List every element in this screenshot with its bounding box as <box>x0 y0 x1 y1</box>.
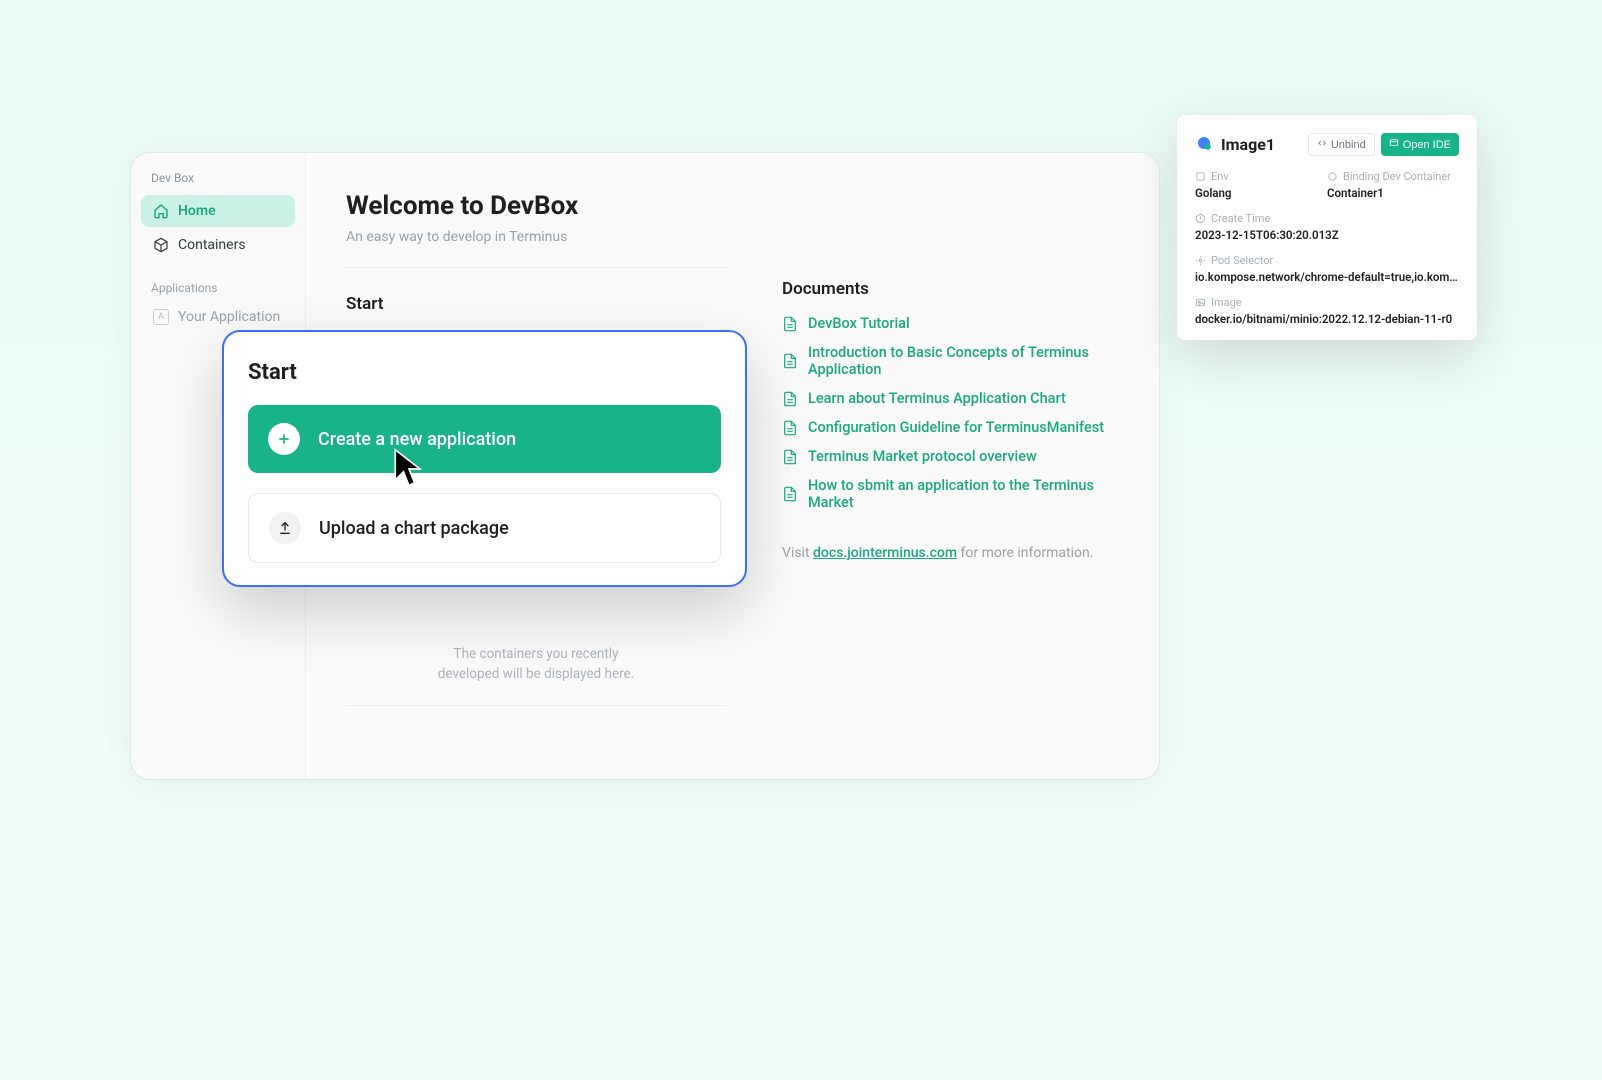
document-icon <box>782 420 798 436</box>
open-ide-label: Open IDE <box>1403 139 1451 151</box>
document-link[interactable]: Configuration Guideline for TerminusMani… <box>782 413 1119 442</box>
detail-title: Image1 <box>1221 135 1275 154</box>
create-time-label: Create Time <box>1195 212 1459 225</box>
document-link[interactable]: How to sbmit an application to the Termi… <box>782 471 1119 517</box>
document-label: DevBox Tutorial <box>808 315 910 332</box>
sidebar-item-your-application[interactable]: A Your Application <box>141 301 295 333</box>
document-icon <box>782 449 798 465</box>
env-value: Golang <box>1195 186 1327 200</box>
env-label: Env <box>1195 170 1327 183</box>
sidebar-title: Dev Box <box>141 171 295 195</box>
sidebar-item-label: Home <box>178 203 216 219</box>
page-subtitle: An easy way to develop in Terminus <box>346 229 726 245</box>
recent-containers-hint: The containers you recently developed wi… <box>346 644 726 706</box>
ide-icon <box>1389 138 1399 151</box>
more-info: Visit docs.jointerminus.com for more inf… <box>782 545 1119 561</box>
docs-link[interactable]: docs.jointerminus.com <box>813 545 957 561</box>
dev-container-value: Container1 <box>1327 186 1459 200</box>
document-icon <box>782 486 798 502</box>
create-time-value: 2023-12-15T06:30:20.013Z <box>1195 228 1459 242</box>
sidebar-item-label: Containers <box>178 237 246 253</box>
create-application-button[interactable]: Create a new application <box>248 405 721 473</box>
pod-selector-label: Pod Selector <box>1195 254 1459 267</box>
image-detail-card: Image1 Unbind Open IDE Env Golang <box>1177 115 1477 340</box>
document-label: How to sbmit an application to the Termi… <box>808 477 1119 511</box>
sidebar-item-containers[interactable]: Containers <box>141 229 295 261</box>
dev-container-label: Binding Dev Container <box>1327 170 1459 183</box>
start-popover-title: Start <box>248 360 721 385</box>
sidebar-item-label: Your Application <box>178 309 280 325</box>
document-link[interactable]: Terminus Market protocol overview <box>782 442 1119 471</box>
document-link[interactable]: DevBox Tutorial <box>782 309 1119 338</box>
document-label: Learn about Terminus Application Chart <box>808 390 1066 407</box>
container-icon <box>1195 134 1213 156</box>
recent-hint-line: The containers you recently <box>376 644 696 664</box>
start-popover: Start Create a new application Upload a … <box>222 330 747 587</box>
documents-section-title: Documents <box>782 279 1119 299</box>
image-label: Image <box>1195 296 1459 309</box>
more-info-suffix: for more information. <box>957 545 1093 561</box>
sidebar-item-home[interactable]: Home <box>141 195 295 227</box>
page-title: Welcome to DevBox <box>346 191 726 221</box>
sidebar-section-applications: Applications <box>141 263 295 301</box>
unlink-icon <box>1317 138 1327 151</box>
image-value: docker.io/bitnami/minio:2022.12.12-debia… <box>1195 312 1459 326</box>
document-label: Terminus Market protocol overview <box>808 448 1037 465</box>
unbind-button[interactable]: Unbind <box>1308 133 1375 156</box>
unbind-label: Unbind <box>1331 139 1366 151</box>
home-icon <box>153 203 169 219</box>
document-icon <box>782 353 798 369</box>
upload-chart-label: Upload a chart package <box>319 518 509 539</box>
document-icon <box>782 391 798 407</box>
cube-icon <box>153 237 169 253</box>
open-ide-button[interactable]: Open IDE <box>1381 133 1459 156</box>
divider <box>346 267 726 268</box>
plus-icon <box>268 423 300 455</box>
more-info-prefix: Visit <box>782 545 813 561</box>
document-link[interactable]: Learn about Terminus Application Chart <box>782 384 1119 413</box>
document-icon <box>782 316 798 332</box>
column-right: Documents DevBox Tutorial Introduction t… <box>782 191 1119 749</box>
document-label: Introduction to Basic Concepts of Termin… <box>808 344 1119 378</box>
document-link[interactable]: Introduction to Basic Concepts of Termin… <box>782 338 1119 384</box>
cursor-pointer-icon <box>392 447 426 491</box>
recent-hint-line: developed will be displayed here. <box>376 664 696 684</box>
upload-icon <box>269 512 301 544</box>
upload-chart-button[interactable]: Upload a chart package <box>248 493 721 563</box>
pod-selector-value: io.kompose.network/chrome-default=true,i… <box>1195 270 1459 284</box>
start-section-title: Start <box>346 294 726 314</box>
app-badge-icon: A <box>153 309 169 325</box>
document-label: Configuration Guideline for TerminusMani… <box>808 419 1104 436</box>
